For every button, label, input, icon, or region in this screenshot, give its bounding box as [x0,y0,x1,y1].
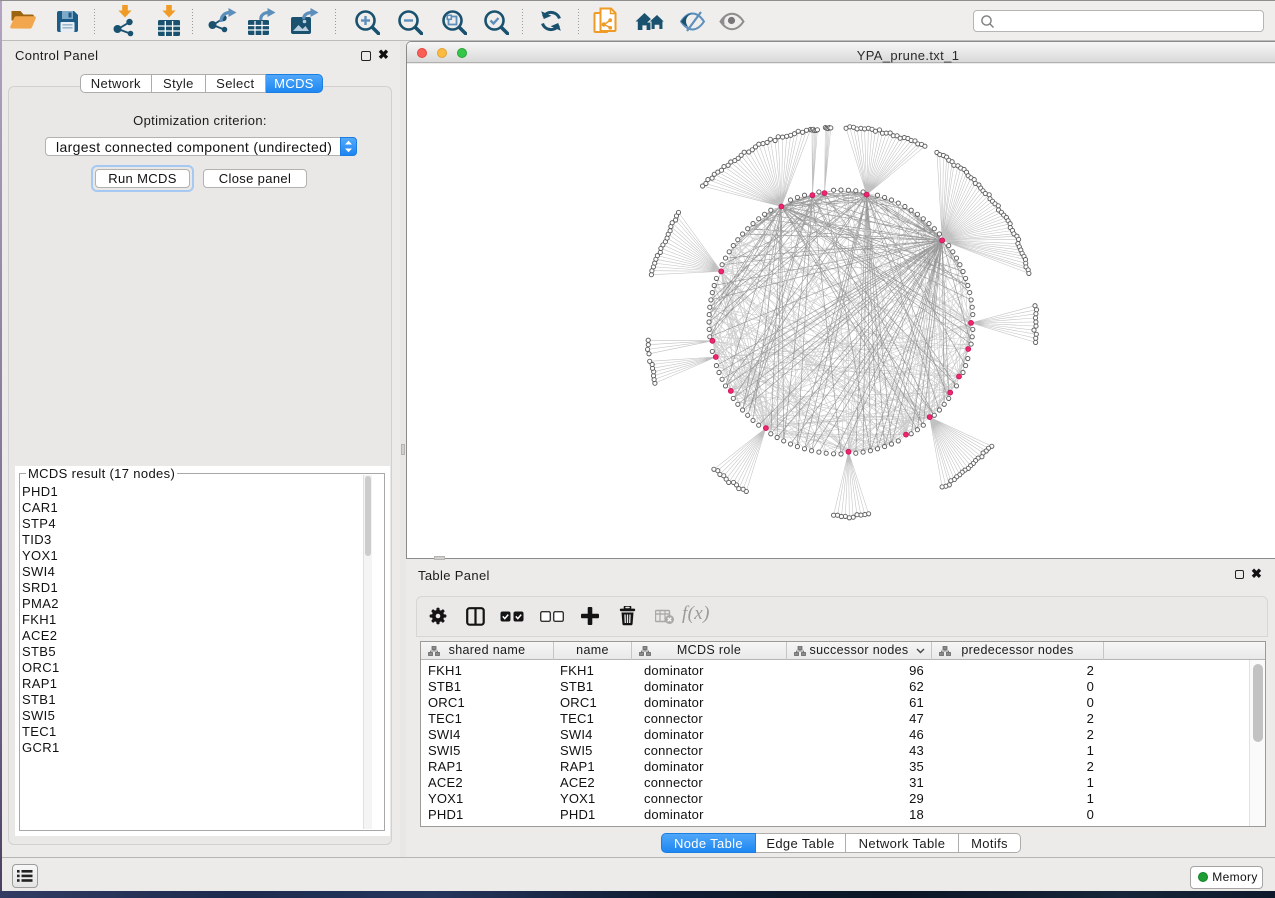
svg-text:f(x): f(x) [682,604,710,624]
